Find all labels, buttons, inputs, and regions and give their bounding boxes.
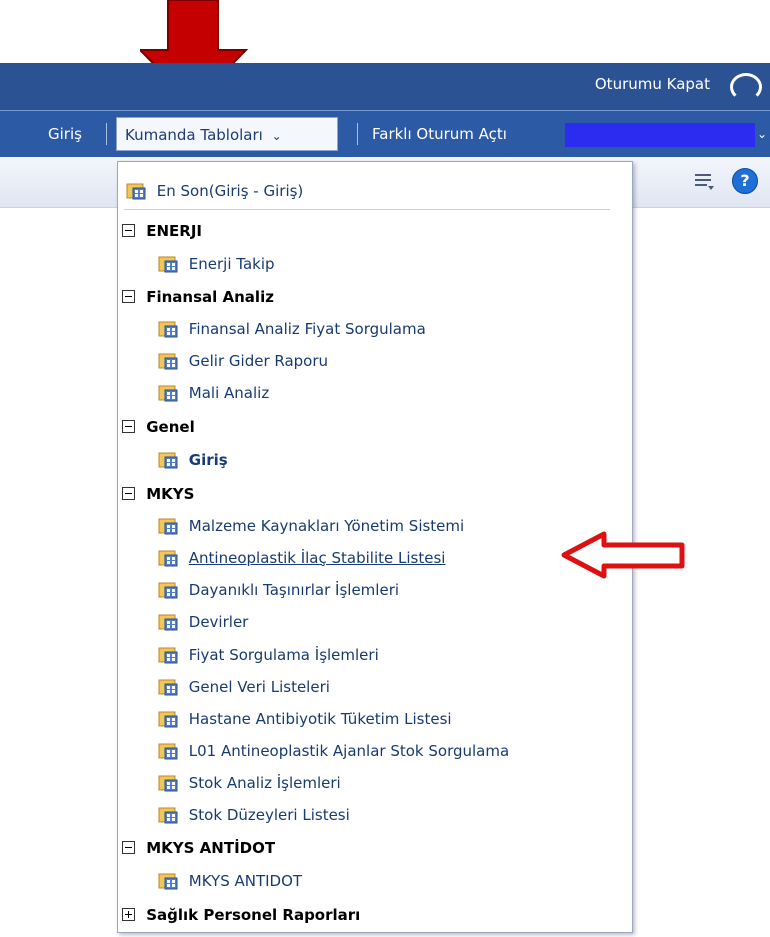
menu-item[interactable]: Stok Analiz İşlemleri: [158, 767, 341, 797]
menu-group-label: Genel: [146, 417, 195, 436]
dashboard-icon: [158, 353, 178, 369]
menu-item-label: L01 Antineoplastik Ajanlar Stok Sorgulam…: [188, 741, 510, 760]
menu-item[interactable]: Finansal Analiz Fiyat Sorgulama: [158, 313, 426, 343]
dashboard-icon: [158, 582, 178, 598]
dashboards-menu-button[interactable]: Kumanda Tabloları ⌄: [116, 117, 338, 151]
dashboard-icon: [158, 614, 178, 630]
menu-item[interactable]: Mali Analiz: [158, 377, 269, 407]
menu-group-label: MKYS ANTİDOT: [146, 838, 276, 857]
nav-separator: [106, 123, 107, 145]
menu-item-label: Hastane Antibiyotik Tüketim Listesi: [188, 709, 452, 728]
chevron-down-icon[interactable]: ⌄: [757, 111, 767, 157]
menu-item-highlighted[interactable]: Antineoplastik İlaç Stabilite Listesi: [158, 542, 445, 572]
dashboard-icon: [158, 452, 178, 468]
menu-item-label: Stok Analiz İşlemleri: [188, 773, 341, 792]
menu-item-label: Devirler: [188, 612, 249, 631]
menu-group-label: ENERJI: [146, 221, 202, 240]
menu-group-label: MKYS: [146, 484, 195, 503]
menu-item-label: Dayanıklı Taşınırlar İşlemleri: [188, 580, 400, 599]
menu-item[interactable]: Dayanıklı Taşınırlar İşlemleri: [158, 574, 399, 604]
menu-item[interactable]: Enerji Takip: [158, 248, 275, 278]
nav-separator: [357, 123, 358, 145]
chevron-down-icon: ⌄: [271, 129, 282, 143]
menu-item[interactable]: Malzeme Kaynakları Yönetim Sistemi: [158, 510, 464, 540]
menu-group-label: Sağlık Personel Raporları: [146, 905, 361, 924]
menu-group-label: Finansal Analiz: [146, 287, 274, 306]
menu-item-label: Gelir Gider Raporu: [188, 351, 329, 370]
collapse-icon[interactable]: [122, 224, 135, 237]
dashboard-icon: [158, 711, 178, 727]
top-banner: Oturumu Kapat: [0, 63, 770, 110]
menu-item-label: Malzeme Kaynakları Yönetim Sistemi: [188, 516, 465, 535]
dashboard-icon: [158, 647, 178, 663]
menu-group-saglik-personel-raporlari[interactable]: Sağlık Personel Raporları: [122, 899, 360, 929]
expand-icon[interactable]: [122, 908, 135, 921]
collapse-icon[interactable]: [122, 487, 135, 500]
dashboard-icon: [158, 743, 178, 759]
redacted-username: [565, 123, 755, 147]
menu-divider: [124, 209, 610, 210]
dashboard-icon: [158, 775, 178, 791]
main-navbar: Giriş Kumanda Tabloları ⌄ Farklı Oturum …: [0, 110, 770, 157]
annotation-left-arrow: [561, 531, 685, 579]
menu-item-label: Fiyat Sorgulama İşlemleri: [188, 645, 379, 664]
menu-item[interactable]: MKYS ANTIDOT: [158, 865, 302, 895]
collapse-icon[interactable]: [122, 290, 135, 303]
dashboard-icon: [158, 518, 178, 534]
menu-item-label: Antineoplastik İlaç Stabilite Listesi: [188, 548, 446, 567]
menu-item[interactable]: L01 Antineoplastik Ajanlar Stok Sorgulam…: [158, 735, 509, 765]
logout-link[interactable]: Oturumu Kapat: [595, 75, 710, 93]
menu-item-label: Genel Veri Listeleri: [188, 677, 330, 696]
dashboard-icon: [158, 321, 178, 337]
menu-item[interactable]: Gelir Gider Raporu: [158, 345, 328, 375]
menu-item-recent[interactable]: En Son(Giriş - Giriş): [126, 175, 303, 205]
menu-item-label: Mali Analiz: [188, 383, 270, 402]
help-icon[interactable]: ?: [732, 168, 758, 194]
menu-item-label: Enerji Takip: [188, 254, 275, 273]
menu-group-finansal-analiz[interactable]: Finansal Analiz: [122, 281, 274, 311]
dashboard-icon: [158, 873, 178, 889]
switch-session-link[interactable]: Farklı Oturum Açtı: [372, 111, 507, 157]
menu-item[interactable]: Hastane Antibiyotik Tüketim Listesi: [158, 703, 452, 733]
menu-group-genel[interactable]: Genel: [122, 411, 195, 441]
dashboard-icon: [158, 385, 178, 401]
menu-item-label: MKYS ANTIDOT: [188, 871, 303, 890]
menu-item-label: Giriş: [188, 450, 228, 469]
menu-item[interactable]: Genel Veri Listeleri: [158, 671, 330, 701]
menu-item-label: Stok Düzeyleri Listesi: [188, 805, 350, 824]
menu-item[interactable]: Devirler: [158, 606, 248, 636]
menu-item-label: En Son(Giriş - Giriş): [156, 181, 304, 200]
menu-item[interactable]: Stok Düzeyleri Listesi: [158, 799, 350, 829]
menu-group-enerji[interactable]: ENERJI: [122, 215, 202, 245]
dashboards-dropdown-menu: En Son(Giriş - Giriş) ENERJI Enerji Taki…: [117, 161, 633, 933]
collapse-icon[interactable]: [122, 841, 135, 854]
dashboard-icon: [158, 550, 178, 566]
menu-item-label: Finansal Analiz Fiyat Sorgulama: [188, 319, 426, 338]
list-options-icon[interactable]: [693, 169, 715, 193]
dashboard-icon: [158, 679, 178, 695]
oracle-logo-icon: [730, 73, 762, 101]
menu-item-current[interactable]: Giriş: [158, 444, 228, 474]
dashboard-icon: [158, 256, 178, 272]
menu-group-mkys[interactable]: MKYS: [122, 478, 194, 508]
menu-group-mkys-antidot[interactable]: MKYS ANTİDOT: [122, 832, 275, 862]
dashboards-menu-label: Kumanda Tabloları: [125, 126, 263, 144]
dashboard-icon: [126, 183, 146, 199]
menu-item[interactable]: Fiyat Sorgulama İşlemleri: [158, 639, 379, 669]
nav-home-link[interactable]: Giriş: [48, 111, 82, 157]
dashboard-icon: [158, 807, 178, 823]
collapse-icon[interactable]: [122, 420, 135, 433]
